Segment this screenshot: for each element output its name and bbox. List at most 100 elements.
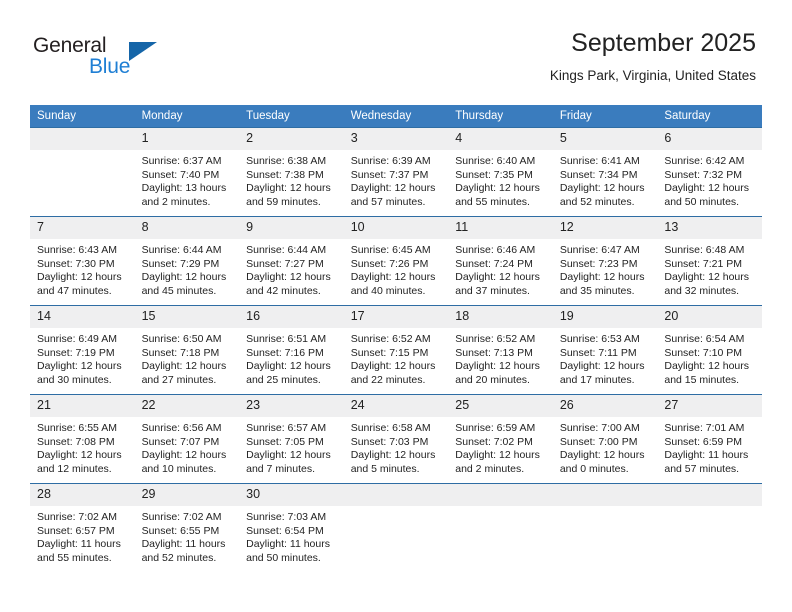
sunrise-text: Sunrise: 6:49 AM — [37, 333, 117, 345]
day-cell-inner: 4 Sunrise: 6:40 AM Sunset: 7:35 PM Daylight… — [448, 128, 553, 216]
calendar-day-cell[interactable]: 25 Sunrise: 6:59 AM Sunset: 7:02 PM Dayligh… — [448, 394, 553, 484]
day-number — [657, 484, 762, 506]
day-cell-inner: 11 Sunrise: 6:46 AM Sunset: 7:24 PM Dayligh… — [448, 217, 553, 305]
calendar-day-cell[interactable]: 2 Sunrise: 6:38 AM Sunset: 7:38 PM Daylight… — [239, 127, 344, 217]
calendar-day-cell[interactable]: 5 Sunrise: 6:41 AM Sunset: 7:34 PM Daylight… — [552, 127, 658, 217]
daylight-minutes-text: and 50 minutes. — [664, 195, 740, 208]
daylight-minutes-text: and 52 minutes. — [141, 551, 217, 564]
day-cell-inner: 2 Sunrise: 6:38 AM Sunset: 7:38 PM Daylight… — [239, 128, 344, 216]
calendar-day-cell[interactable]: 12 Sunrise: 6:47 AM Sunset: 7:23 PM Dayligh… — [552, 216, 658, 306]
calendar-day-cell[interactable]: 29 Sunrise: 7:02 AM Sunset: 6:55 PM Dayligh… — [134, 483, 240, 572]
daylight-text: Daylight: 12 hours — [559, 182, 645, 194]
day-cell-inner: 23 Sunrise: 6:57 AM Sunset: 7:05 PM Dayligh… — [239, 395, 344, 483]
brand-logo[interactable]: General Blue — [33, 34, 233, 84]
day-details: Sunrise: 6:50 AM Sunset: 7:18 PM Daylight:… — [135, 328, 240, 387]
calendar-day-cell[interactable]: 17 Sunrise: 6:52 AM Sunset: 7:15 PM Dayligh… — [343, 305, 449, 395]
calendar-day-cell[interactable]: 9 Sunrise: 6:44 AM Sunset: 7:27 PM Daylight… — [239, 216, 344, 306]
sunrise-text: Sunrise: 6:37 AM — [141, 155, 222, 167]
calendar-day-cell[interactable]: 24 Sunrise: 6:58 AM Sunset: 7:03 PM Dayligh… — [343, 394, 449, 484]
sunset-text: Sunset: 7:07 PM — [141, 435, 220, 448]
day-cell-inner: 5 Sunrise: 6:41 AM Sunset: 7:34 PM Daylight… — [552, 128, 658, 216]
weekday-header-thursday: Thursday — [448, 105, 553, 128]
daylight-text: Daylight: 12 hours — [664, 271, 750, 283]
calendar-day-cell[interactable]: 20 Sunrise: 6:54 AM Sunset: 7:10 PM Dayligh… — [657, 305, 762, 395]
calendar-day-cell[interactable]: 19 Sunrise: 6:53 AM Sunset: 7:11 PM Dayligh… — [552, 305, 658, 395]
calendar-day-cell[interactable]: 18 Sunrise: 6:52 AM Sunset: 7:13 PM Dayligh… — [448, 305, 553, 395]
day-cell-inner — [30, 128, 135, 216]
calendar-day-cell[interactable]: 13 Sunrise: 6:48 AM Sunset: 7:21 PM Dayligh… — [657, 216, 762, 306]
sunrise-text: Sunrise: 6:38 AM — [246, 155, 327, 167]
calendar-day-cell[interactable]: 30 Sunrise: 7:03 AM Sunset: 6:54 PM Dayligh… — [239, 483, 344, 572]
calendar-day-cell[interactable]: 4 Sunrise: 6:40 AM Sunset: 7:35 PM Daylight… — [448, 127, 553, 217]
daylight-minutes-text: and 2 minutes. — [455, 462, 525, 475]
sunrise-text: Sunrise: 6:40 AM — [455, 155, 536, 167]
sunset-text: Sunset: 6:59 PM — [664, 435, 743, 448]
day-details: Sunrise: 6:38 AM Sunset: 7:38 PM Daylight:… — [239, 150, 344, 209]
sunrise-text: Sunrise: 6:42 AM — [664, 155, 745, 167]
calendar-day-cell[interactable]: 11 Sunrise: 6:46 AM Sunset: 7:24 PM Dayligh… — [448, 216, 553, 306]
day-details: Sunrise: 7:02 AM Sunset: 6:57 PM Daylight:… — [30, 506, 135, 565]
day-details: Sunrise: 7:00 AM Sunset: 7:00 PM Daylight:… — [553, 417, 658, 476]
calendar-day-cell[interactable]: 14 Sunrise: 6:49 AM Sunset: 7:19 PM Dayligh… — [30, 305, 135, 395]
daylight-minutes-text: and 37 minutes. — [455, 284, 530, 297]
daylight-text: Daylight: 12 hours — [455, 182, 540, 194]
calendar-day-cell[interactable]: 28 Sunrise: 7:02 AM Sunset: 6:57 PM Dayligh… — [30, 483, 135, 572]
day-cell-inner: 27 Sunrise: 7:01 AM Sunset: 6:59 PM Dayligh… — [657, 395, 762, 483]
calendar-week-row: 7 Sunrise: 6:43 AM Sunset: 7:30 PM Daylight… — [30, 216, 762, 306]
day-number: 2 — [239, 128, 344, 150]
sunrise-text: Sunrise: 6:39 AM — [350, 155, 431, 167]
day-details — [30, 150, 135, 155]
calendar-day-cell[interactable]: 26 Sunrise: 7:00 AM Sunset: 7:00 PM Dayligh… — [552, 394, 658, 484]
day-number: 22 — [134, 395, 240, 417]
calendar-day-cell[interactable]: 21 Sunrise: 6:55 AM Sunset: 7:08 PM Dayligh… — [30, 394, 135, 484]
sunrise-text: Sunrise: 7:01 AM — [664, 422, 745, 434]
day-cell-inner: 30 Sunrise: 7:03 AM Sunset: 6:54 PM Dayligh… — [239, 484, 344, 572]
sunset-text: Sunset: 7:35 PM — [455, 168, 533, 181]
day-details — [657, 506, 762, 511]
day-cell-inner: 16 Sunrise: 6:51 AM Sunset: 7:16 PM Dayligh… — [239, 306, 344, 394]
day-cell-inner — [657, 484, 762, 572]
daylight-text: Daylight: 12 hours — [246, 271, 331, 283]
day-details: Sunrise: 7:02 AM Sunset: 6:55 PM Daylight:… — [135, 506, 240, 565]
calendar-week-row: 21 Sunrise: 6:55 AM Sunset: 7:08 PM Dayligh… — [30, 394, 762, 484]
sunrise-text: Sunrise: 6:55 AM — [37, 422, 117, 434]
sunrise-text: Sunrise: 6:52 AM — [350, 333, 431, 345]
calendar-day-cell[interactable]: 1 Sunrise: 6:37 AM Sunset: 7:40 PM Daylight… — [134, 127, 240, 217]
calendar-day-cell[interactable]: 22 Sunrise: 6:56 AM Sunset: 7:07 PM Dayligh… — [134, 394, 240, 484]
daylight-minutes-text: and 10 minutes. — [141, 462, 217, 475]
day-number: 28 — [30, 484, 135, 506]
calendar-day-cell[interactable]: 10 Sunrise: 6:45 AM Sunset: 7:26 PM Dayligh… — [343, 216, 449, 306]
day-details: Sunrise: 6:53 AM Sunset: 7:11 PM Daylight:… — [553, 328, 658, 387]
calendar-day-cell[interactable]: 27 Sunrise: 7:01 AM Sunset: 6:59 PM Dayligh… — [657, 394, 762, 484]
calendar-week-row: 1 Sunrise: 6:37 AM Sunset: 7:40 PM Daylight… — [30, 127, 762, 217]
sunset-text: Sunset: 6:55 PM — [141, 524, 220, 537]
calendar-day-cell[interactable]: 23 Sunrise: 6:57 AM Sunset: 7:05 PM Dayligh… — [239, 394, 344, 484]
day-number: 24 — [343, 395, 449, 417]
calendar-day-cell[interactable]: 8 Sunrise: 6:44 AM Sunset: 7:29 PM Daylight… — [134, 216, 240, 306]
weekday-header-tuesday: Tuesday — [239, 105, 344, 128]
daylight-text: Daylight: 12 hours — [141, 271, 227, 283]
calendar-day-cell[interactable]: 15 Sunrise: 6:50 AM Sunset: 7:18 PM Dayligh… — [134, 305, 240, 395]
daylight-text: Daylight: 12 hours — [455, 449, 540, 461]
day-cell-inner: 17 Sunrise: 6:52 AM Sunset: 7:15 PM Dayligh… — [343, 306, 449, 394]
calendar-page: General Blue September 2025 Kings Park, … — [0, 0, 792, 612]
day-cell-inner: 6 Sunrise: 6:42 AM Sunset: 7:32 PM Daylight… — [657, 128, 762, 216]
daylight-text: Daylight: 12 hours — [559, 360, 645, 372]
daylight-text: Daylight: 12 hours — [37, 271, 122, 283]
daylight-text: Daylight: 12 hours — [664, 182, 750, 194]
day-details: Sunrise: 6:42 AM Sunset: 7:32 PM Daylight:… — [657, 150, 762, 209]
page-title: September 2025 — [571, 29, 756, 57]
sunset-text: Sunset: 7:16 PM — [246, 346, 324, 359]
daylight-text: Daylight: 12 hours — [455, 360, 540, 372]
calendar-day-cell[interactable]: 3 Sunrise: 6:39 AM Sunset: 7:37 PM Daylight… — [343, 127, 449, 217]
calendar-day-cell[interactable]: 7 Sunrise: 6:43 AM Sunset: 7:30 PM Daylight… — [30, 216, 135, 306]
day-details: Sunrise: 7:01 AM Sunset: 6:59 PM Daylight:… — [657, 417, 762, 476]
day-cell-inner — [448, 484, 553, 572]
day-cell-inner: 21 Sunrise: 6:55 AM Sunset: 7:08 PM Dayligh… — [30, 395, 135, 483]
calendar-day-cell[interactable]: 16 Sunrise: 6:51 AM Sunset: 7:16 PM Dayligh… — [239, 305, 344, 395]
daylight-minutes-text: and 30 minutes. — [37, 373, 112, 386]
daylight-minutes-text: and 47 minutes. — [37, 284, 112, 297]
day-cell-inner: 1 Sunrise: 6:37 AM Sunset: 7:40 PM Daylight… — [134, 128, 240, 216]
day-cell-inner: 10 Sunrise: 6:45 AM Sunset: 7:26 PM Dayligh… — [343, 217, 449, 305]
calendar-day-cell[interactable]: 6 Sunrise: 6:42 AM Sunset: 7:32 PM Daylight… — [657, 127, 762, 217]
